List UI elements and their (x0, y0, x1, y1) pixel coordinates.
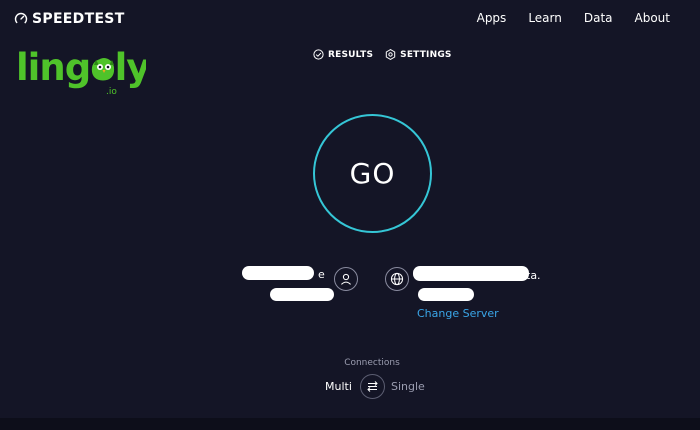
single-option[interactable]: Single (391, 380, 425, 393)
lingoly-logo-text: lingoly (16, 46, 146, 89)
footer-strip (0, 418, 700, 430)
multi-option[interactable]: Multi (325, 380, 352, 393)
speedtest-brand[interactable]: SPEEDTEST (14, 11, 125, 27)
server-location-redaction (418, 288, 474, 301)
isp-ip-redaction (270, 288, 334, 301)
server-name-redaction (413, 266, 529, 281)
connections-toggle[interactable] (360, 374, 385, 399)
settings-label: SETTINGS (400, 49, 452, 60)
nav-data[interactable]: Data (584, 11, 613, 25)
lingoly-logo: lingoly .io (16, 46, 151, 100)
globe-icon[interactable] (385, 267, 409, 291)
isp-name-fragment: e (318, 268, 325, 281)
server-name-fragment: ta. (526, 269, 541, 282)
settings-link[interactable]: SETTINGS (385, 49, 451, 60)
top-bar: SPEEDTEST Apps Learn Data About (0, 0, 700, 38)
main-nav: Apps Learn Data About (477, 11, 670, 25)
brand-name: SPEEDTEST (32, 11, 125, 27)
go-label: GO (349, 157, 396, 190)
connections-toggle-row: Multi Single (325, 373, 435, 401)
change-server-link[interactable]: Change Server (417, 307, 499, 320)
nav-learn[interactable]: Learn (528, 11, 562, 25)
results-label: RESULTS (328, 49, 374, 60)
results-link[interactable]: RESULTS (313, 49, 373, 60)
user-icon[interactable] (334, 267, 358, 291)
lingoly-logo-suffix: .io (106, 87, 117, 97)
sub-nav: RESULTS SETTINGS (313, 49, 452, 60)
swap-arrows-icon (367, 381, 378, 392)
nav-about[interactable]: About (635, 11, 670, 25)
nav-apps[interactable]: Apps (477, 11, 507, 25)
gauge-icon (14, 12, 28, 26)
owl-mascot-icon (94, 58, 114, 80)
isp-info: e (238, 264, 358, 304)
connections-label: Connections (344, 358, 400, 368)
isp-name-redaction (242, 266, 314, 280)
go-button[interactable]: GO (313, 114, 432, 233)
gear-icon (385, 49, 396, 60)
check-circle-icon (313, 49, 324, 60)
